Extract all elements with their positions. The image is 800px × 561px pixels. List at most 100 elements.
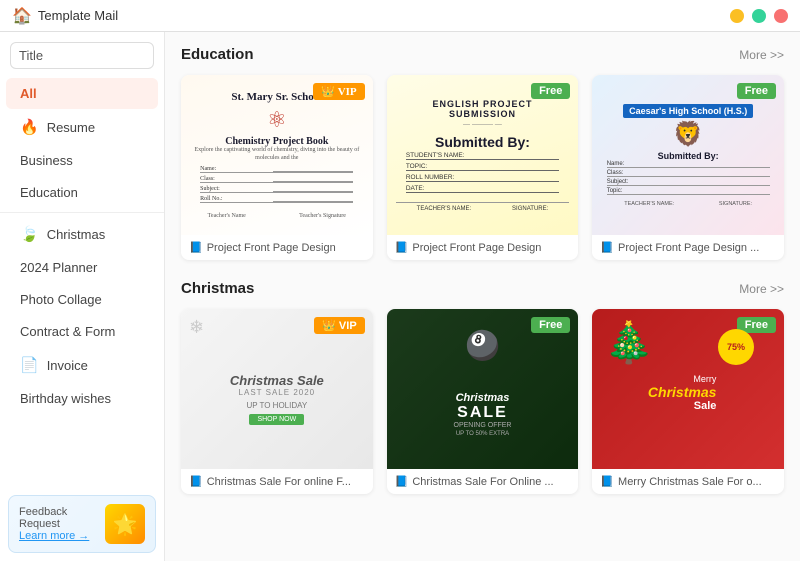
edu1-icon: ⚛ bbox=[267, 107, 287, 133]
edu-card-2-doc-icon: 📘 bbox=[395, 241, 409, 254]
edu1-line-4: Roll No.: bbox=[200, 196, 353, 203]
education-cards-grid: 👑 VIP St. Mary Sr. School ⚛ Chemistry Pr… bbox=[181, 75, 784, 260]
xmas-card-2-label: Christmas Sale For Online ... bbox=[412, 476, 553, 488]
xmas1-title: Christmas Sale bbox=[230, 373, 324, 388]
edu1-line-2: Class: bbox=[200, 176, 353, 183]
leaf-icon: 🍃 bbox=[20, 225, 39, 243]
xmas-card-1-badge: 👑 VIP bbox=[314, 317, 364, 334]
close-button[interactable]: × bbox=[774, 9, 788, 23]
education-more-link[interactable]: More >> bbox=[739, 48, 784, 62]
divider-1 bbox=[0, 212, 164, 213]
crown-icon: 👑 bbox=[321, 85, 335, 98]
photo-collage-label: Photo Collage bbox=[20, 292, 102, 307]
xmas1-offer: UP TO HOLIDAY bbox=[246, 401, 307, 410]
titlebar-left: 🏠 Template Mail bbox=[12, 6, 118, 26]
feedback-link[interactable]: Learn more → bbox=[19, 530, 99, 542]
sidebar-item-contract[interactable]: Contract & Form bbox=[6, 316, 158, 347]
sidebar-item-business[interactable]: Business bbox=[6, 145, 158, 176]
edu-card-1-label: Project Front Page Design bbox=[207, 242, 336, 254]
xmas3-discount-badge: 75% bbox=[718, 329, 754, 365]
feedback-emoji: 🌟 bbox=[113, 512, 138, 537]
edu3-sub: Submitted By: bbox=[658, 151, 719, 161]
edu-card-1[interactable]: 👑 VIP St. Mary Sr. School ⚛ Chemistry Pr… bbox=[181, 75, 373, 260]
edu2-field-roll: ROLL NUMBER: bbox=[406, 174, 559, 182]
edu-card-2-badge: Free bbox=[531, 83, 570, 99]
main-layout: 🔍 All 🔥 Resume Business Education 🍃 Chri… bbox=[0, 32, 800, 561]
invoice-label: Invoice bbox=[47, 358, 88, 373]
edu-card-3[interactable]: Free Caesar's High School (H.S.) 🦁 Submi… bbox=[592, 75, 784, 260]
edu-card-1-footer: 📘 Project Front Page Design bbox=[181, 235, 373, 260]
edu1-desc: Explore the captivating world of chemist… bbox=[181, 147, 373, 163]
window-controls: − □ × bbox=[730, 9, 788, 23]
edu-card-2[interactable]: Free ENGLISH PROJECTSUBMISSION — ——— — S… bbox=[387, 75, 579, 260]
education-section-header: Education More >> bbox=[181, 46, 784, 63]
edu3-field-topic: Topic: bbox=[607, 188, 770, 195]
edu-card-2-thumb: Free ENGLISH PROJECTSUBMISSION — ——— — S… bbox=[387, 75, 579, 235]
xmas-card-1-doc-icon: 📘 bbox=[189, 475, 203, 488]
edu-card-1-badge: 👑 VIP bbox=[313, 83, 365, 100]
christmas-label: Christmas bbox=[47, 227, 106, 242]
feedback-label: Feedback Request bbox=[19, 506, 99, 530]
invoice-icon: 📄 bbox=[20, 356, 39, 374]
minimize-button[interactable]: − bbox=[730, 9, 744, 23]
edu-card-3-thumb: Free Caesar's High School (H.S.) 🦁 Submi… bbox=[592, 75, 784, 235]
edu3-field-subject: Subject: bbox=[607, 179, 770, 186]
christmas-section-header: Christmas More >> bbox=[181, 280, 784, 297]
xmas1-sale: LAST SALE 2020 bbox=[239, 388, 316, 397]
edu2-divider-text: — ——— — bbox=[463, 121, 502, 128]
xmas-card-3-doc-icon: 📘 bbox=[600, 475, 614, 488]
edu1-signatures: Teacher's Name Teacher's Signature bbox=[181, 213, 373, 219]
sidebar-item-christmas[interactable]: 🍃 Christmas bbox=[6, 217, 158, 251]
xmas2-offer: UP TO 50% EXTRA bbox=[456, 431, 509, 437]
edu-card-3-badge: Free bbox=[737, 83, 776, 99]
search-input[interactable] bbox=[19, 48, 165, 63]
resume-label: Resume bbox=[47, 120, 95, 135]
edu-card-2-footer: 📘 Project Front Page Design bbox=[387, 235, 579, 260]
sidebar-item-resume[interactable]: 🔥 Resume bbox=[6, 110, 158, 144]
fire-icon: 🔥 bbox=[20, 118, 39, 136]
edu3-school: Caesar's High School (H.S.) bbox=[623, 104, 753, 118]
xmas3-xmas: Christmas bbox=[648, 384, 716, 400]
edu3-teacher: TEACHER'S NAME: SIGNATURE: bbox=[602, 201, 775, 207]
edu1-school: St. Mary Sr. School bbox=[231, 91, 322, 104]
christmas-more-link[interactable]: More >> bbox=[739, 282, 784, 296]
education-section: Education More >> 👑 VIP St. Mary Sr. Sch… bbox=[181, 46, 784, 260]
planner-label: 2024 Planner bbox=[20, 260, 97, 275]
edu3-fields: Name: Class: Subject: Topic: bbox=[607, 161, 770, 197]
sidebar-item-all[interactable]: All bbox=[6, 78, 158, 109]
sidebar-item-photo-collage[interactable]: Photo Collage bbox=[6, 284, 158, 315]
edu-card-3-doc-icon: 📘 bbox=[600, 241, 614, 254]
edu2-field-topic: TOPIC: bbox=[406, 163, 559, 171]
sidebar-item-birthday[interactable]: Birthday wishes bbox=[6, 383, 158, 414]
xmas-card-2[interactable]: Free 🎱 Christmas SALE OPENING OFFER UP T… bbox=[387, 309, 579, 494]
maximize-button[interactable]: □ bbox=[752, 9, 766, 23]
edu2-field-date: DATE: bbox=[406, 185, 559, 193]
xmas-card-3-label: Merry Christmas Sale For o... bbox=[618, 476, 762, 488]
sidebar-item-invoice[interactable]: 📄 Invoice bbox=[6, 348, 158, 382]
sidebar-nav: All 🔥 Resume Business Education 🍃 Christ… bbox=[0, 77, 164, 487]
birthday-label: Birthday wishes bbox=[20, 391, 111, 406]
search-bar[interactable]: 🔍 bbox=[10, 42, 154, 69]
sidebar: 🔍 All 🔥 Resume Business Education 🍃 Chri… bbox=[0, 32, 165, 561]
sidebar-item-education[interactable]: Education bbox=[6, 177, 158, 208]
edu3-field-class: Class: bbox=[607, 170, 770, 177]
xmas3-sale: Sale bbox=[694, 400, 717, 412]
xmas2-ornament-icon: 🎱 bbox=[465, 329, 500, 362]
edu-card-1-doc-icon: 📘 bbox=[189, 241, 203, 254]
sidebar-item-planner[interactable]: 2024 Planner bbox=[6, 252, 158, 283]
xmas-card-3[interactable]: Free 🎄 75% Merry Christmas Sale 📘 Merry … bbox=[592, 309, 784, 494]
xmas2-sale: SALE bbox=[457, 404, 508, 422]
feedback-image: 🌟 bbox=[105, 504, 145, 544]
xmas-card-1[interactable]: 👑 VIP ❄ Christmas Sale LAST SALE 2020 UP… bbox=[181, 309, 373, 494]
feedback-box[interactable]: Feedback Request Learn more → 🌟 bbox=[8, 495, 156, 553]
xmas1-btn: SHOP NOW bbox=[249, 414, 304, 425]
edu-card-1-thumb: 👑 VIP St. Mary Sr. School ⚛ Chemistry Pr… bbox=[181, 75, 373, 235]
all-label: All bbox=[20, 86, 37, 101]
titlebar: 🏠 Template Mail − □ × bbox=[0, 0, 800, 32]
xmas-card-1-thumb: 👑 VIP ❄ Christmas Sale LAST SALE 2020 UP… bbox=[181, 309, 373, 469]
edu2-field-student: STUDENT'S NAME: bbox=[406, 152, 559, 160]
xmas-card-1-footer: 📘 Christmas Sale For online F... bbox=[181, 469, 373, 494]
xmas-card-3-footer: 📘 Merry Christmas Sale For o... bbox=[592, 469, 784, 494]
edu1-title: Chemistry Project Book bbox=[225, 136, 328, 147]
main-content: Education More >> 👑 VIP St. Mary Sr. Sch… bbox=[165, 32, 800, 561]
